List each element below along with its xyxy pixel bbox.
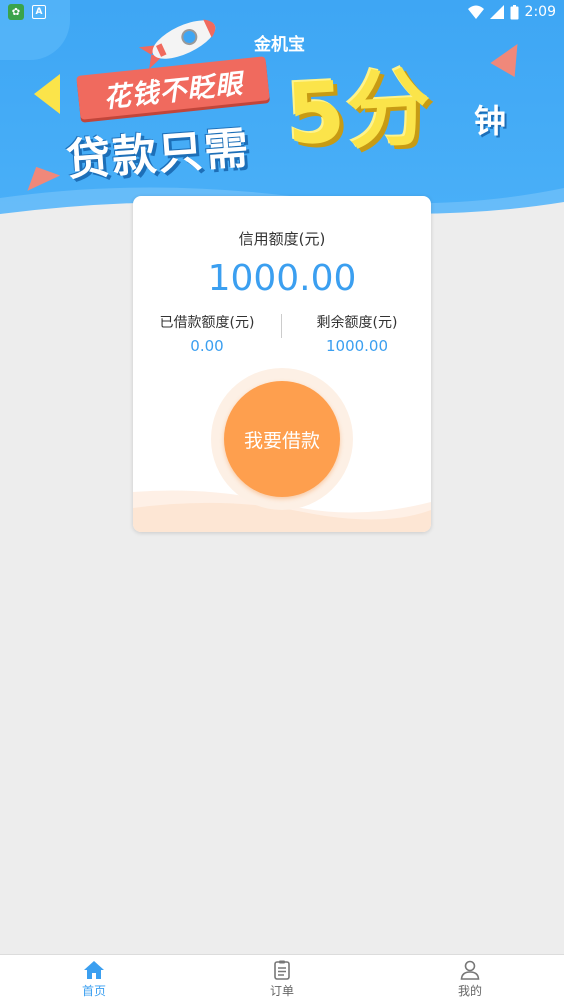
credit-card: 信用额度(元) 1000.00 已借款额度(元) 0.00 剩余额度(元) 10… [133,196,431,532]
slogan-big: 5分 [283,58,436,164]
remaining-section: 剩余额度(元) 1000.00 [283,312,431,355]
a-notification-icon: A [32,5,46,19]
nav-orders[interactable]: 订单 [188,955,376,1002]
borrowed-label: 已借款额度(元) [159,315,255,331]
nav-home[interactable]: 首页 [0,955,188,1002]
nav-orders-label: 订单 [269,983,294,998]
slogan-small: 钟 [474,102,507,140]
borrowed-section: 已借款额度(元) 0.00 [133,312,281,355]
slogan-ribbon-text: 花钱不眨眼 [102,68,245,114]
app-notification-icon: ✿ [8,4,24,20]
decoration-triangle [34,74,60,114]
signal-icon [489,5,504,19]
remaining-label: 剩余额度(元) [316,315,398,331]
battery-icon [510,4,519,19]
borrow-button[interactable]: 我要借款 [224,381,340,497]
order-icon [274,960,290,980]
user-icon [460,960,480,980]
status-time: 2:09 [524,4,556,20]
nav-profile-label: 我的 [457,983,482,998]
wifi-icon [467,5,484,19]
bottom-nav: 首页 订单 我的 [0,954,564,1002]
nav-home-label: 首页 [81,983,106,998]
home-icon [84,960,104,979]
status-bar: ✿ A 2:09 [0,0,564,24]
credit-limit-amount: 1000.00 [207,258,357,299]
divider [281,314,282,338]
remaining-value: 1000.00 [325,337,389,355]
decoration-triangle [490,37,530,77]
borrowed-value: 0.00 [190,337,224,355]
nav-profile[interactable]: 我的 [376,955,564,1002]
promo-banner: 金机宝 花钱不眨眼 贷款只需 5分 钟 [0,0,564,228]
credit-limit-label: 信用额度(元) [238,230,326,248]
slogan-ribbon: 花钱不眨眼 [76,56,270,120]
